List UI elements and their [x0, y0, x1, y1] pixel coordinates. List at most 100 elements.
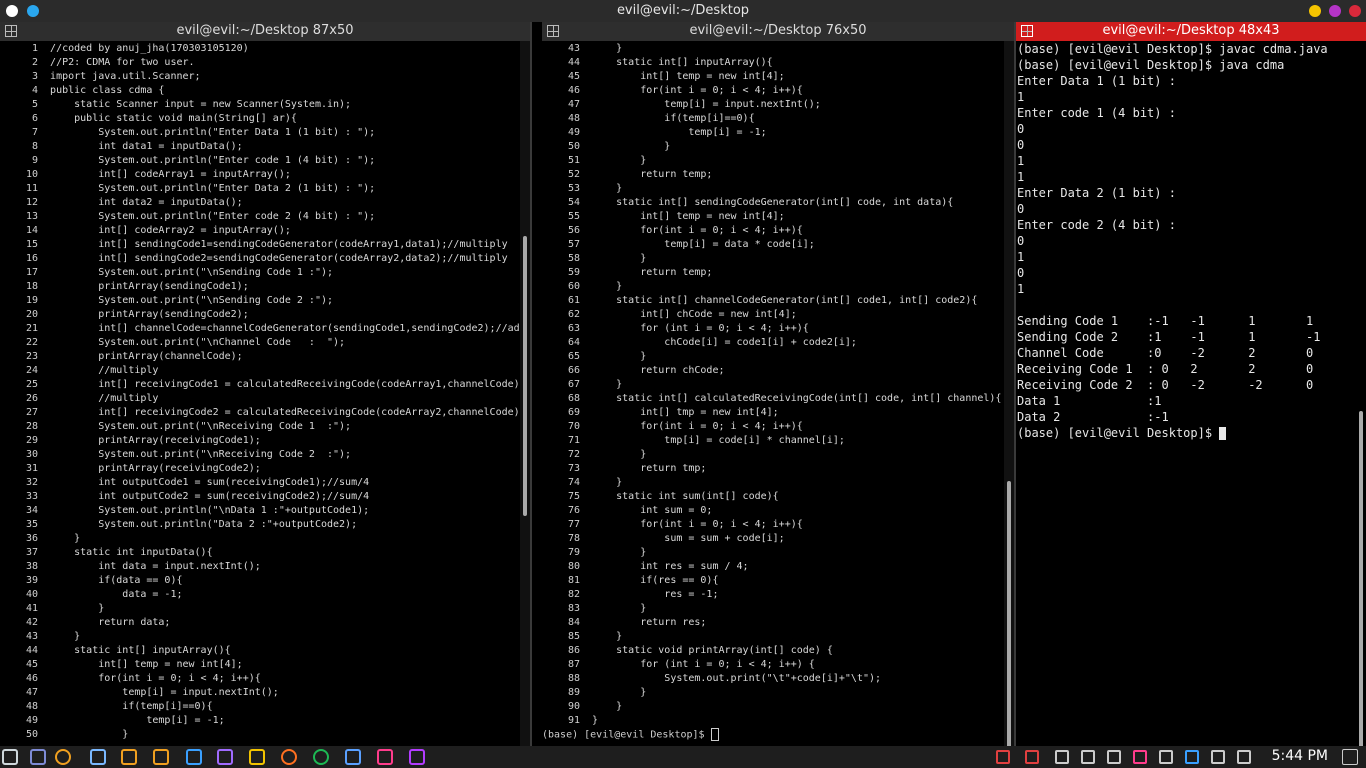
- minimize-button[interactable]: [1309, 5, 1321, 17]
- desktop-icon[interactable]: [30, 749, 46, 765]
- code-line: 19 System.out.print("\nSending Code 2 :"…: [0, 294, 520, 308]
- line-text: public class cdma {: [50, 85, 165, 96]
- pane-1-scrollbar[interactable]: [520, 41, 530, 746]
- pane-2-scrollbar[interactable]: [1004, 41, 1014, 746]
- line-number: 33: [25, 491, 38, 502]
- pane-3-scrollbar[interactable]: [1356, 41, 1366, 746]
- window-icon[interactable]: [996, 750, 1010, 764]
- settings-icon[interactable]: [55, 749, 71, 765]
- terminal-output[interactable]: (base) [evil@evil Desktop]$ javac cdma.j…: [1017, 41, 1354, 441]
- line-text: static int[] channelCodeGenerator(int[] …: [592, 295, 978, 306]
- expand-arrow-icon[interactable]: [1237, 750, 1251, 764]
- line-text: }: [592, 701, 623, 712]
- line-text: }: [592, 43, 623, 54]
- signal-icon[interactable]: [313, 749, 329, 765]
- wifi-icon[interactable]: [1185, 750, 1199, 764]
- line-number: 27: [25, 407, 38, 418]
- code-line: 32 int outputCode1 = sum(receivingCode1)…: [0, 476, 520, 490]
- system-monitor-icon[interactable]: [90, 749, 106, 765]
- terminal-line: Sending Code 2 :1 -1 1 -1: [1017, 330, 1321, 344]
- line-number: 39: [25, 575, 38, 586]
- code-line: 60 }: [542, 280, 1004, 294]
- terminal-line: 1: [1017, 282, 1025, 296]
- line-number: 46: [25, 673, 38, 684]
- code-line: 44 static int[] inputArray(){: [542, 56, 1004, 70]
- code-line: 86 static void printArray(int[] code) {: [542, 644, 1004, 658]
- line-number: 40: [25, 589, 38, 600]
- terminal-2-icon[interactable]: [186, 749, 202, 765]
- line-number: 48: [25, 701, 38, 712]
- volume-icon[interactable]: [1211, 750, 1225, 764]
- line-text: int data2 = inputData();: [50, 197, 243, 208]
- code-line: 70 for(int i = 0; i < 4; i++){: [542, 420, 1004, 434]
- line-text: tmp[i] = code[i] * channel[i];: [592, 435, 845, 446]
- line-text: int[] temp = new int[4];: [592, 71, 785, 82]
- jetbrains-toolbox-icon[interactable]: [1133, 750, 1147, 764]
- shell-prompt-line[interactable]: (base) [evil@evil Desktop]$: [1017, 425, 1354, 441]
- line-text: //multiply: [50, 393, 159, 404]
- jetbrains-2-icon[interactable]: [409, 749, 425, 765]
- terminal-line: Data 2 :-1: [1017, 410, 1169, 424]
- jetbrains-icon[interactable]: [377, 749, 393, 765]
- line-number: 86: [567, 645, 580, 656]
- code-line: 90 }: [542, 700, 1004, 714]
- line-text: }: [592, 715, 599, 726]
- line-text: }: [592, 631, 623, 642]
- terminal-pane-3[interactable]: evil@evil:~/Desktop 48x43 (base) [evil@e…: [1016, 22, 1366, 746]
- apps-icon[interactable]: [249, 749, 265, 765]
- code-line: 28 System.out.print("\nReceiving Code 1 …: [0, 420, 520, 434]
- code-line: 4 public class cdma {: [0, 84, 520, 98]
- line-number: 79: [567, 547, 580, 558]
- code-line: 49 temp[i] = -1;: [0, 714, 520, 728]
- maximize-button[interactable]: [1329, 5, 1341, 17]
- code-line: 46 for(int i = 0; i < 4; i++){: [0, 672, 520, 686]
- pane-1-header[interactable]: evil@evil:~/Desktop 87x50: [0, 22, 530, 41]
- line-number: 24: [25, 365, 38, 376]
- shell-prompt-line[interactable]: (base) [evil@evil Desktop]$: [542, 728, 1004, 742]
- trash-icon[interactable]: [1025, 750, 1039, 764]
- pane-2-header[interactable]: evil@evil:~/Desktop 76x50: [542, 22, 1014, 41]
- terminal-pane-2[interactable]: evil@evil:~/Desktop 76x50 43 } 44 static …: [542, 22, 1014, 746]
- code-line: 71 tmp[i] = code[i] * channel[i];: [542, 434, 1004, 448]
- files-icon[interactable]: [121, 749, 137, 765]
- close-button[interactable]: [1349, 5, 1361, 17]
- terminal-line: Data 1 :1: [1017, 394, 1162, 408]
- line-text: System.out.print("\t"+code[i]+"\t");: [592, 673, 882, 684]
- notifications-icon[interactable]: [1342, 749, 1358, 765]
- notes-icon[interactable]: [1055, 750, 1069, 764]
- mail-icon[interactable]: [345, 749, 361, 765]
- code-editor-icon[interactable]: [217, 749, 233, 765]
- shield-icon[interactable]: [1159, 750, 1173, 764]
- code-line: 64 chCode[i] = code1[i] + code2[i];: [542, 336, 1004, 350]
- code-line: 68 static int[] calculatedReceivingCode(…: [542, 392, 1004, 406]
- code-line: 73 return tmp;: [542, 462, 1004, 476]
- line-number: 21: [25, 323, 38, 334]
- code-line: 61 static int[] channelCodeGenerator(int…: [542, 294, 1004, 308]
- pane-2-scroll-thumb[interactable]: [1007, 481, 1011, 746]
- line-text: return temp;: [592, 267, 713, 278]
- line-number: 67: [567, 379, 580, 390]
- firefox-icon[interactable]: [281, 749, 297, 765]
- code-line: 41 }: [0, 602, 520, 616]
- pane-divider[interactable]: [530, 22, 532, 746]
- line-number: 61: [567, 295, 580, 306]
- battery-icon[interactable]: [1081, 750, 1095, 764]
- line-number: 91: [567, 715, 580, 726]
- clipboard-icon[interactable]: [1107, 750, 1121, 764]
- line-number: 74: [567, 477, 580, 488]
- terminal-icon[interactable]: [153, 749, 169, 765]
- terminal-pane-1[interactable]: evil@evil:~/Desktop 87x50 1 //coded by a…: [0, 22, 530, 746]
- line-number: 60: [567, 281, 580, 292]
- terminal-line: Enter code 2 (4 bit) :: [1017, 218, 1176, 232]
- code-line: 82 res = -1;: [542, 588, 1004, 602]
- line-number: 4: [31, 85, 38, 96]
- pane-3-scroll-thumb[interactable]: [1359, 411, 1363, 746]
- app-grid-icon[interactable]: [2, 749, 18, 765]
- pane-1-scroll-thumb[interactable]: [523, 236, 527, 516]
- clock[interactable]: 5:44 PM: [1272, 748, 1328, 764]
- pane-3-header[interactable]: evil@evil:~/Desktop 48x43: [1016, 22, 1366, 41]
- line-text: int[] channelCode=channelCodeGenerator(s…: [50, 323, 520, 334]
- line-number: 13: [25, 211, 38, 222]
- code-line: 18 printArray(sendingCode1);: [0, 280, 520, 294]
